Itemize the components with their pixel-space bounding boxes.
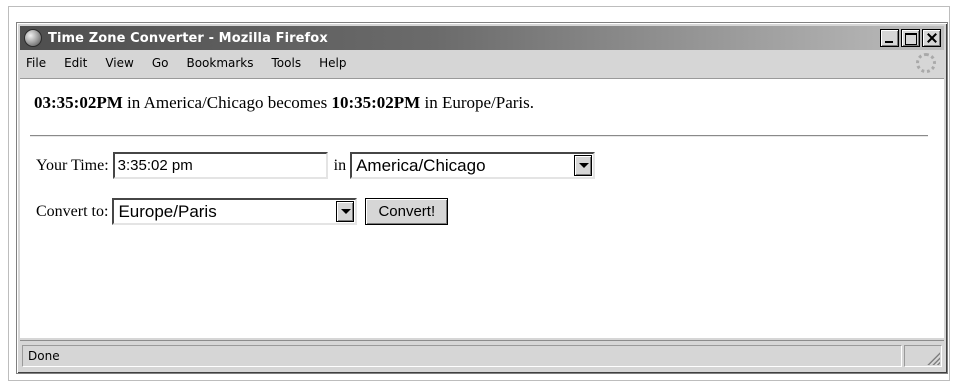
from-zone: America/Chicago <box>143 93 264 112</box>
to-time: 10:35:02PM <box>331 93 421 112</box>
menu-file[interactable]: File <box>26 56 46 70</box>
convert-to-row: Convert to: Europe/Paris Convert! <box>36 198 449 225</box>
menu-go[interactable]: Go <box>152 56 169 70</box>
firefox-app-icon[interactable] <box>24 29 42 47</box>
window-controls <box>880 29 941 47</box>
your-time-label: Your Time: <box>36 156 109 174</box>
title-bar[interactable]: Time Zone Converter - Mozilla Firefox <box>20 26 944 50</box>
to-zone-selected: Europe/Paris <box>118 201 217 221</box>
chevron-down-icon[interactable] <box>336 201 355 222</box>
convert-button[interactable]: Convert! <box>365 198 449 225</box>
menu-bookmarks[interactable]: Bookmarks <box>186 56 253 70</box>
status-right-panel <box>904 345 942 367</box>
your-time-value: 3:35:02 pm <box>117 157 193 174</box>
result-in-text: in <box>127 93 141 112</box>
from-time: 03:35:02PM <box>34 93 123 112</box>
menu-bar: File Edit View Go Bookmarks Tools Help <box>20 52 944 74</box>
browser-window: Time Zone Converter - Mozilla Firefox Fi… <box>16 22 948 374</box>
convert-button-label: Convert! <box>378 203 436 220</box>
status-bar: Done <box>20 340 944 370</box>
page-content: 03:35:02PM in America/Chicago becomes 10… <box>20 78 944 338</box>
horizontal-rule <box>30 135 928 137</box>
in-label: in <box>333 156 347 174</box>
resize-grip-icon[interactable] <box>926 351 940 365</box>
from-zone-selected: America/Chicago <box>356 155 486 175</box>
throbber-icon <box>916 53 936 73</box>
status-text: Done <box>28 349 60 363</box>
becomes-text: becomes <box>267 93 328 112</box>
status-text-panel: Done <box>22 345 902 367</box>
chevron-down-icon[interactable] <box>574 155 593 176</box>
convert-to-label: Convert to: <box>36 202 109 220</box>
menu-tools[interactable]: Tools <box>272 56 302 70</box>
conversion-result: 03:35:02PM in America/Chicago becomes 10… <box>34 93 534 113</box>
your-time-input[interactable]: 3:35:02 pm <box>112 152 328 179</box>
maximize-button[interactable] <box>901 29 920 47</box>
from-zone-select[interactable]: America/Chicago <box>350 152 596 179</box>
window-title: Time Zone Converter - Mozilla Firefox <box>48 30 328 46</box>
menu-help[interactable]: Help <box>319 56 346 70</box>
close-button[interactable] <box>922 29 941 47</box>
to-zone: Europe/Paris. <box>441 93 535 112</box>
result-in-text-2: in <box>424 93 438 112</box>
menu-edit[interactable]: Edit <box>64 56 87 70</box>
menu-view[interactable]: View <box>105 56 133 70</box>
your-time-row: Your Time: 3:35:02 pm in America/Chicago <box>36 152 596 179</box>
to-zone-select[interactable]: Europe/Paris <box>112 198 358 225</box>
minimize-button[interactable] <box>880 29 899 47</box>
